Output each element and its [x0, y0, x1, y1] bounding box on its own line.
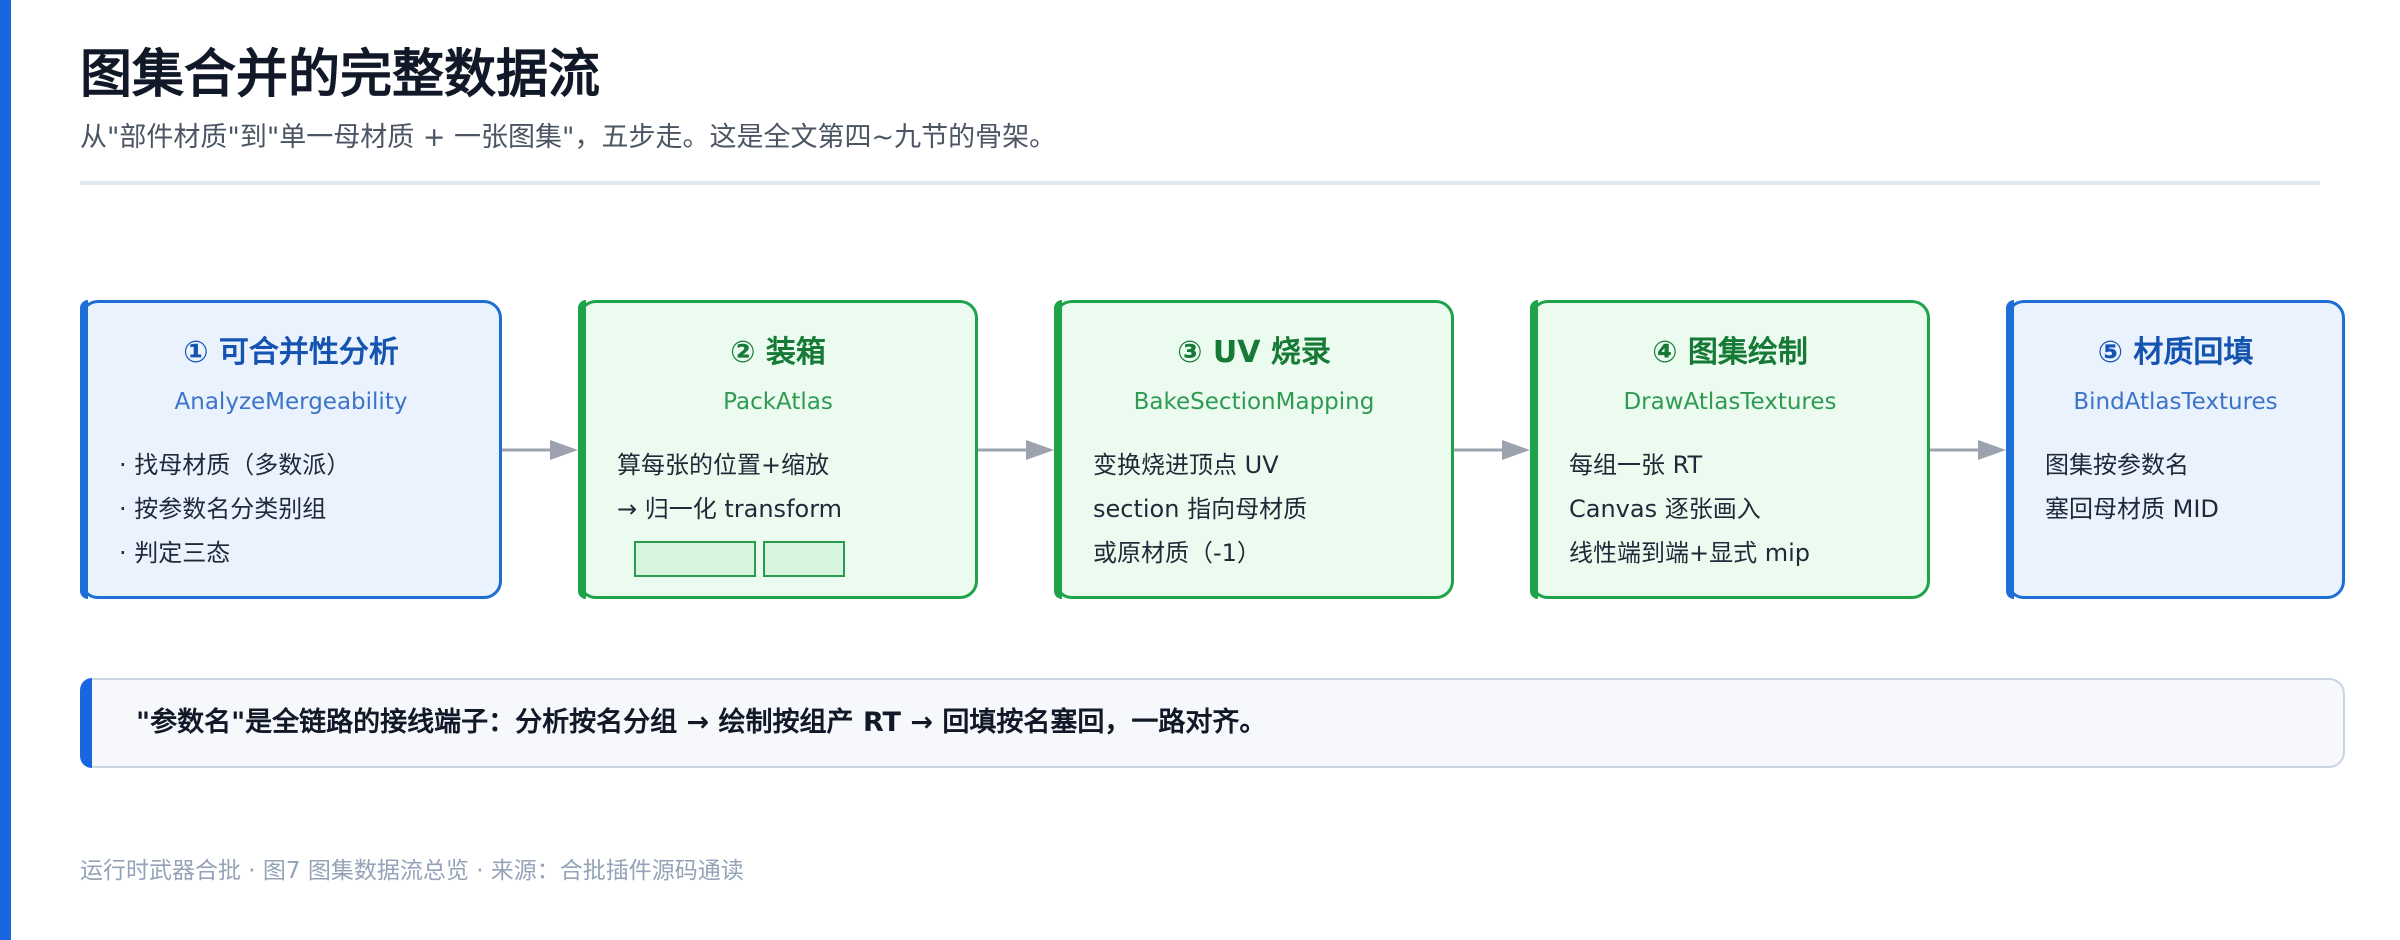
step-1-card: ① 可合并性分析 AnalyzeMergeability · 找母材质（多数派）… — [80, 300, 502, 599]
step-4-lines: 每组一张 RT Canvas 逐张画入 线性端到端+显式 mip — [1569, 443, 1810, 575]
step-4-line: Canvas 逐张画入 — [1569, 495, 1761, 523]
step-5-line: 图集按参数名 — [2045, 451, 2189, 479]
step-5-card: ⑤ 材质回填 BindAtlasTextures 图集按参数名 塞回母材质 MI… — [2006, 300, 2345, 599]
step-2-card: ② 装箱 PackAtlas 算每张的位置+缩放 → 归一化 transform — [578, 300, 978, 599]
step-4-subtitle: DrawAtlasTextures — [1623, 389, 1837, 415]
step-2-line: → 归一化 transform — [617, 495, 843, 523]
flow-arrow-3 — [1454, 440, 1530, 460]
step-4-card: ④ 图集绘制 DrawAtlasTextures 每组一张 RT Canvas … — [1530, 300, 1930, 599]
step-2-line: 算每张的位置+缩放 — [617, 451, 830, 479]
step-3-card: ③ UV 烧录 BakeSectionMapping 变换烧进顶点 UV sec… — [1054, 300, 1454, 599]
step-2-title: ② 装箱 — [730, 335, 826, 370]
step-3-title: ③ UV 烧录 — [1177, 335, 1331, 370]
step-3-lines: 变换烧进顶点 UV section 指向母材质 或原材质（-1） — [1093, 443, 1307, 575]
left-accent-bar — [0, 0, 11, 940]
step-3-line: 变换烧进顶点 UV — [1093, 451, 1279, 479]
callout-text: "参数名"是全链路的接线端子：分析按名分组 → 绘制按组产 RT → 回填按名塞… — [136, 707, 1267, 738]
step-5-lines: 图集按参数名 塞回母材质 MID — [2045, 443, 2219, 531]
step-5-line: 塞回母材质 MID — [2045, 495, 2219, 523]
step-1-line: · 按参数名分类别组 — [119, 495, 327, 523]
step-1-line: · 找母材质（多数派） — [119, 451, 351, 479]
header-divider — [80, 181, 2320, 185]
step-4-line: 线性端到端+显式 mip — [1569, 539, 1811, 567]
step-1-title: ① 可合并性分析 — [183, 335, 399, 370]
step-5-title: ⑤ 材质回填 — [2097, 335, 2254, 370]
step-3-line: 或原材质（-1） — [1093, 539, 1261, 567]
step-4-line: 每组一张 RT — [1569, 451, 1703, 479]
step-2-subtitle: PackAtlas — [723, 389, 833, 415]
step-1-lines: · 找母材质（多数派） · 按参数名分类别组 · 判定三态 — [119, 443, 350, 575]
figure-caption: 运行时武器合批 · 图7 图集数据流总览 · 来源：合批插件源码通读 — [80, 858, 744, 884]
step-3-line: section 指向母材质 — [1093, 495, 1308, 523]
key-insight-callout: "参数名"是全链路的接线端子：分析按名分组 → 绘制按组产 RT → 回填按名塞… — [80, 678, 2345, 768]
step-2-lines: 算每张的位置+缩放 → 归一化 transform — [617, 443, 842, 531]
step-1-subtitle: AnalyzeMergeability — [174, 389, 408, 415]
step-1-line: · 判定三态 — [119, 539, 231, 567]
flow-arrow-2 — [978, 440, 1054, 460]
page-subtitle: 从"部件材质"到"单一母材质 + 一张图集"，五步走。这是全文第四~九节的骨架。 — [80, 122, 1057, 153]
atlas-block-small — [763, 541, 845, 577]
atlas-block-large — [634, 541, 756, 577]
flow-arrow-1 — [502, 440, 578, 460]
step-3-subtitle: BakeSectionMapping — [1133, 389, 1375, 415]
flow-arrow-4 — [1930, 440, 2006, 460]
page-title: 图集合并的完整数据流 — [80, 45, 601, 105]
step-5-subtitle: BindAtlasTextures — [2073, 389, 2278, 415]
step-4-title: ④ 图集绘制 — [1652, 335, 1808, 370]
